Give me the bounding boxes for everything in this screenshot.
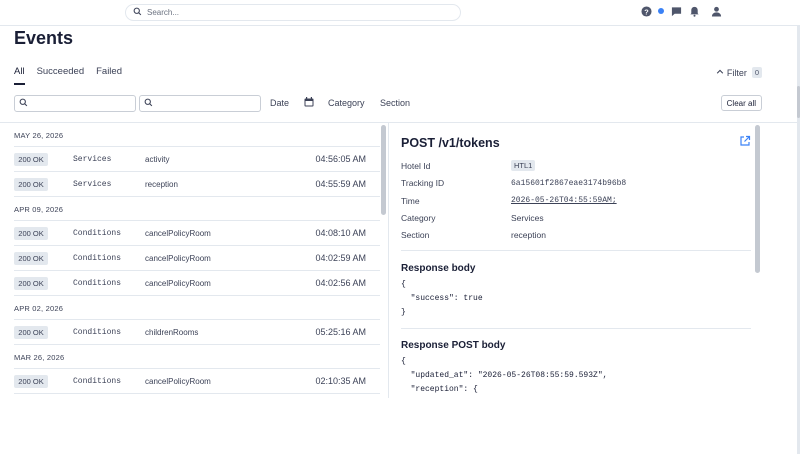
page-title: Events: [14, 28, 74, 48]
chevron-up-icon: [716, 68, 724, 78]
row-category: Conditions: [73, 278, 122, 288]
filter-button[interactable]: Filter 0: [716, 67, 762, 78]
divider: [401, 250, 751, 251]
table-row[interactable]: 200 OK Services reception 04:55:59 AM: [14, 172, 380, 197]
date-group-header: MAR 26, 2026: [14, 345, 380, 369]
table-row[interactable]: 200 OK Conditions childrenRooms 05:25:16…: [14, 320, 380, 345]
search-filter-input-2[interactable]: [139, 95, 261, 112]
status-dot-icon: [658, 8, 664, 14]
event-detail-panel: POST /v1/tokens Hotel Id HTL1 Tracking I…: [388, 123, 762, 398]
filter-label: Filter: [726, 67, 747, 78]
tracking-id-label: Tracking ID: [401, 178, 445, 188]
status-badge: 200 OK: [14, 276, 48, 290]
status-badge: 200 OK: [14, 325, 48, 339]
row-category: Conditions: [73, 228, 122, 238]
detail-scrollbar[interactable]: [754, 123, 761, 398]
row-section: reception: [145, 179, 178, 189]
calendar-icon[interactable]: [304, 97, 314, 107]
top-bar: Search... ?: [0, 0, 800, 26]
row-section: cancelPolicyRoom: [145, 253, 211, 263]
category-filter[interactable]: Category: [328, 98, 365, 108]
top-icons: ?: [640, 5, 722, 17]
response-body-title: Response body: [401, 263, 476, 274]
row-section: cancelPolicyRoom: [145, 278, 211, 288]
date-group-header: APR 09, 2026: [14, 197, 380, 221]
status-badge: 200 OK: [14, 251, 48, 265]
tracking-id-value: 6a15601f2867eae3174b96b8: [511, 179, 627, 188]
response-body-code: { "success": true }: [401, 280, 483, 317]
response-post-body-code: { "updated_at": "2026-05-26T08:55:59.593…: [401, 357, 608, 394]
status-badge: 200 OK: [14, 152, 48, 166]
row-category: Conditions: [73, 376, 122, 386]
chat-icon[interactable]: [670, 5, 682, 17]
section-label: Section: [401, 230, 430, 240]
date-group-header: MAY 26, 2026: [14, 123, 380, 147]
row-section: activity: [145, 154, 170, 164]
date-group-header: APR 02, 2026: [14, 296, 380, 320]
svg-text:?: ?: [644, 7, 649, 16]
search-icon: [133, 7, 142, 18]
section-filter[interactable]: Section: [380, 98, 410, 108]
hotel-id-label: Hotel Id: [401, 161, 431, 171]
table-row[interactable]: 200 OK Conditions cancelPolicyRoom 02:10…: [14, 369, 380, 394]
list-scrollbar[interactable]: [380, 123, 387, 398]
time-label: Time: [401, 196, 420, 206]
row-category: Conditions: [73, 327, 122, 337]
search-icon: [19, 98, 28, 109]
status-badge: 200 OK: [14, 374, 48, 388]
detail-title: POST /v1/tokens: [401, 136, 500, 150]
row-time: 04:02:59 AM: [315, 253, 366, 263]
row-category: Services: [73, 179, 112, 189]
search-filter-input-1[interactable]: [14, 95, 136, 112]
filter-bar: Date Category Section Clear all: [14, 95, 762, 113]
status-badge: 200 OK: [14, 226, 48, 240]
category-value: Services: [511, 213, 544, 223]
row-time: 04:02:56 AM: [315, 278, 366, 288]
row-category: Services: [73, 154, 112, 164]
row-category: Conditions: [73, 253, 122, 263]
row-time: 04:08:10 AM: [315, 228, 366, 238]
table-row[interactable]: 200 OK Conditions cancelPolicyRoom 04:02…: [14, 271, 380, 296]
clear-all-button[interactable]: Clear all: [720, 95, 762, 111]
event-list: MAY 26, 2026 200 OK Services activity 04…: [14, 123, 380, 398]
search-input[interactable]: Search...: [125, 4, 461, 21]
row-section: cancelPolicyRoom: [145, 228, 211, 238]
category-label: Category: [401, 213, 436, 223]
row-time: 04:55:59 AM: [315, 179, 366, 189]
row-section: childrenRooms: [145, 327, 199, 337]
row-section: cancelPolicyRoom: [145, 376, 211, 386]
tabs: All Succeeded Failed: [14, 66, 134, 85]
row-time: 04:56:05 AM: [315, 154, 366, 164]
table-row[interactable]: 200 OK Conditions cancelPolicyRoom 04:02…: [14, 246, 380, 271]
date-filter[interactable]: Date: [270, 98, 289, 108]
section-value: reception: [511, 230, 546, 240]
tab-failed[interactable]: Failed: [96, 66, 122, 85]
table-row[interactable]: 200 OK Conditions cancelPolicyRoom 04:08…: [14, 221, 380, 246]
tab-succeeded[interactable]: Succeeded: [37, 66, 85, 85]
status-badge: 200 OK: [14, 177, 48, 191]
time-value-link[interactable]: 2026-05-26T04:55:59AM;: [511, 196, 617, 205]
row-time: 02:10:35 AM: [315, 376, 366, 386]
response-post-body-title: Response POST body: [401, 340, 506, 351]
hotel-id-value: HTL1: [511, 160, 536, 171]
search-icon: [144, 98, 153, 109]
row-time: 05:25:16 AM: [315, 327, 366, 337]
help-icon[interactable]: ?: [640, 5, 652, 17]
external-link-icon[interactable]: [739, 135, 751, 147]
divider: [401, 328, 751, 329]
table-row[interactable]: 200 OK Services activity 04:56:05 AM: [14, 147, 380, 172]
search-placeholder: Search...: [147, 8, 180, 17]
user-icon[interactable]: [710, 5, 722, 17]
filter-count-badge: 0: [751, 67, 762, 78]
bell-icon[interactable]: [688, 5, 700, 17]
tab-all[interactable]: All: [14, 66, 25, 85]
